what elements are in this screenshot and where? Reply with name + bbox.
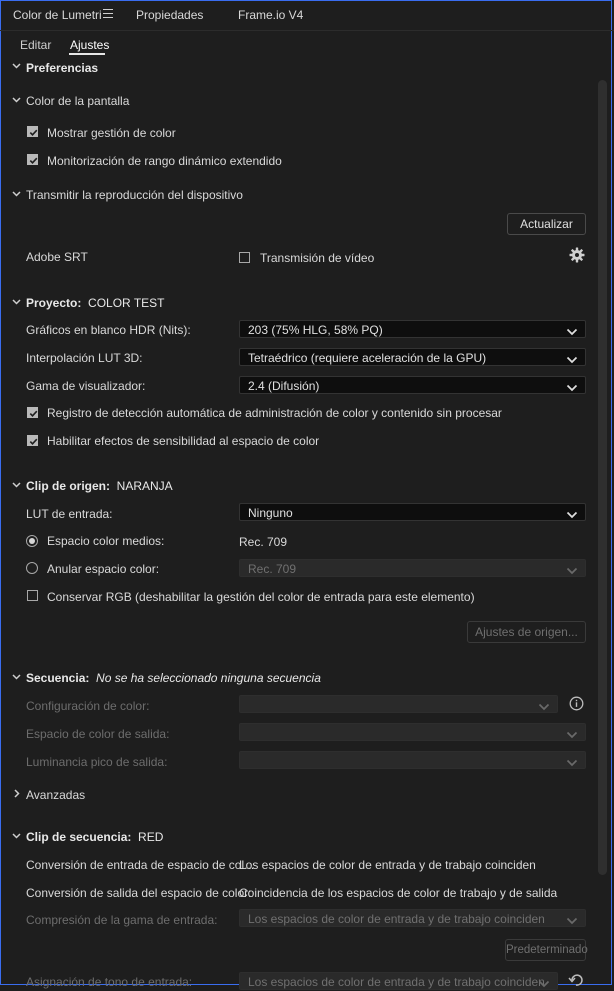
- label-extended-range: Monitorización de rango dinámico extendi…: [47, 154, 282, 168]
- label-gamut-compression: Compresión de la gama de entrada:: [26, 913, 218, 927]
- tab-lumetri-color[interactable]: Color de Lumetri: [13, 8, 102, 22]
- label-hdr-white: Gráficos en blanco HDR (Nits):: [26, 323, 191, 337]
- source-clip-name: NARANJA: [116, 479, 173, 493]
- dropdown-value: Tetraédrico (requiere aceleración de la …: [248, 351, 487, 365]
- dropdown-tone-mapping[interactable]: Los espacios de color de entrada y de tr…: [239, 972, 558, 990]
- chevron-down-icon: [566, 756, 578, 770]
- gear-icon[interactable]: [569, 247, 585, 266]
- section-source-clip[interactable]: Clip de origen: NARANJA: [26, 479, 173, 493]
- value-output-conversion: Coincidencia de los espacios de color de…: [239, 886, 558, 900]
- tab-properties[interactable]: Propiedades: [136, 8, 203, 22]
- chevron-down-icon: [538, 977, 550, 991]
- chevron-down-icon[interactable]: [12, 673, 21, 681]
- value-input-conversion: Los espacios de color de entrada y de tr…: [239, 858, 536, 872]
- label-auto-detect: Registro de detección automática de admi…: [47, 406, 502, 420]
- subtab-edit[interactable]: Editar: [20, 38, 51, 52]
- section-sequence[interactable]: Secuencia: No se ha seleccionado ninguna…: [26, 671, 321, 685]
- section-preferences[interactable]: Preferencias: [26, 61, 98, 75]
- label-sensitivity: Habilitar efectos de sensibilidad al esp…: [47, 434, 320, 448]
- dropdown-value: Ninguno: [248, 506, 293, 520]
- dropdown-value: Rec. 709: [248, 562, 297, 576]
- tab-frameio[interactable]: Frame.io V4: [238, 8, 303, 22]
- label-preserve-rgb: Conservar RGB (deshabilitar la gestión d…: [47, 590, 475, 604]
- label-media-color-space: Espacio color medios:: [47, 534, 165, 548]
- dropdown-output-space[interactable]: [239, 723, 586, 741]
- subtab-active-indicator: [69, 53, 105, 55]
- chevron-down-icon: [566, 381, 578, 395]
- label-input-lut: LUT de entrada:: [26, 507, 113, 521]
- seq-clip-name: RED: [138, 830, 164, 844]
- label-color-config: Configuración de color:: [26, 699, 150, 713]
- section-sequence-title: Secuencia:: [26, 671, 90, 685]
- reset-icon[interactable]: [568, 973, 584, 990]
- chevron-down-icon[interactable]: [12, 190, 21, 198]
- dropdown-value: 203 (75% HLG, 58% PQ): [248, 323, 383, 337]
- chevron-down-icon: [566, 325, 578, 339]
- label-output-conversion: Conversión de salida del espacio de colo…: [26, 886, 252, 900]
- label-video-stream: Transmisión de vídeo: [260, 251, 375, 265]
- checkbox-show-color-mgmt[interactable]: [27, 126, 38, 137]
- dropdown-peak-luminance[interactable]: [239, 751, 586, 769]
- label-input-conversion: Conversión de entrada de espacio de col.…: [26, 858, 255, 872]
- project-name: COLOR TEST: [88, 296, 165, 310]
- dropdown-input-lut[interactable]: Ninguno: [239, 503, 586, 521]
- section-project[interactable]: Proyecto: COLOR TEST: [26, 296, 165, 310]
- subsection-display-color[interactable]: Color de la pantalla: [26, 94, 129, 108]
- label-lut-interp: Interpolación LUT 3D:: [26, 351, 143, 365]
- chevron-down-icon: [566, 564, 578, 578]
- dropdown-value: Los espacios de color de entrada y de tr…: [248, 912, 545, 926]
- chevron-down-icon[interactable]: [12, 96, 21, 104]
- checkbox-video-stream[interactable]: [239, 252, 250, 263]
- dropdown-display-gamma[interactable]: 2.4 (Difusión): [239, 376, 586, 394]
- chevron-down-icon[interactable]: [12, 298, 21, 306]
- checkbox-auto-detect[interactable]: [27, 407, 38, 418]
- chevron-down-icon: [566, 728, 578, 742]
- subtab-settings[interactable]: Ajustes: [70, 38, 109, 52]
- subsection-advanced[interactable]: Avanzadas: [26, 788, 85, 802]
- value-media-color-space: Rec. 709: [239, 535, 288, 549]
- chevron-down-icon: [566, 508, 578, 522]
- dropdown-hdr-white[interactable]: 203 (75% HLG, 58% PQ): [239, 320, 586, 338]
- chevron-down-icon[interactable]: [12, 62, 21, 70]
- section-source-clip-title: Clip de origen:: [26, 479, 110, 493]
- default-button[interactable]: Predeterminado: [505, 939, 588, 961]
- label-peak-luminance: Luminancia pico de salida:: [26, 755, 168, 769]
- dropdown-override-color-space[interactable]: Rec. 709: [239, 559, 586, 577]
- label-adobe-srt: Adobe SRT: [26, 250, 88, 264]
- chevron-down-icon: [566, 353, 578, 367]
- chevron-right-icon[interactable]: [13, 789, 21, 798]
- panel-menu-icon[interactable]: [103, 9, 113, 19]
- dropdown-gamut-compression[interactable]: Los espacios de color de entrada y de tr…: [239, 909, 586, 927]
- dropdown-color-config[interactable]: [239, 695, 558, 713]
- info-icon[interactable]: [569, 696, 584, 714]
- label-output-space: Espacio de color de salida:: [26, 727, 170, 741]
- dropdown-lut-interp[interactable]: Tetraédrico (requiere aceleración de la …: [239, 348, 586, 366]
- source-settings-button[interactable]: Ajustes de origen...: [467, 621, 586, 643]
- label-override-color-space: Anular espacio color:: [47, 562, 160, 576]
- radio-override-color-space[interactable]: [26, 562, 38, 574]
- subsection-device-stream[interactable]: Transmitir la reproducción del dispositi…: [26, 188, 243, 202]
- radio-media-color-space[interactable]: [26, 535, 38, 547]
- label-show-color-mgmt: Mostrar gestión de color: [47, 126, 176, 140]
- checkbox-sensitivity[interactable]: [27, 435, 38, 446]
- chevron-down-icon[interactable]: [12, 481, 21, 489]
- panel-tab-bar: Color de Lumetri Propiedades Frame.io V4: [0, 0, 614, 31]
- update-button[interactable]: Actualizar: [507, 213, 586, 235]
- dropdown-value: 2.4 (Difusión): [248, 379, 320, 393]
- chevron-down-icon: [566, 914, 578, 928]
- checkbox-preserve-rgb[interactable]: [27, 590, 38, 601]
- section-sequence-clip[interactable]: Clip de secuencia: RED: [26, 830, 163, 844]
- scrollbar[interactable]: [598, 80, 607, 875]
- checkbox-extended-range[interactable]: [27, 154, 38, 165]
- sequence-subtitle: No se ha seleccionado ninguna secuencia: [96, 671, 321, 685]
- section-project-title: Proyecto:: [26, 296, 82, 310]
- chevron-down-icon: [538, 700, 550, 714]
- section-seq-clip-title: Clip de secuencia:: [26, 830, 132, 844]
- chevron-down-icon[interactable]: [12, 832, 21, 840]
- label-display-gamma: Gama de visualizador:: [26, 379, 146, 393]
